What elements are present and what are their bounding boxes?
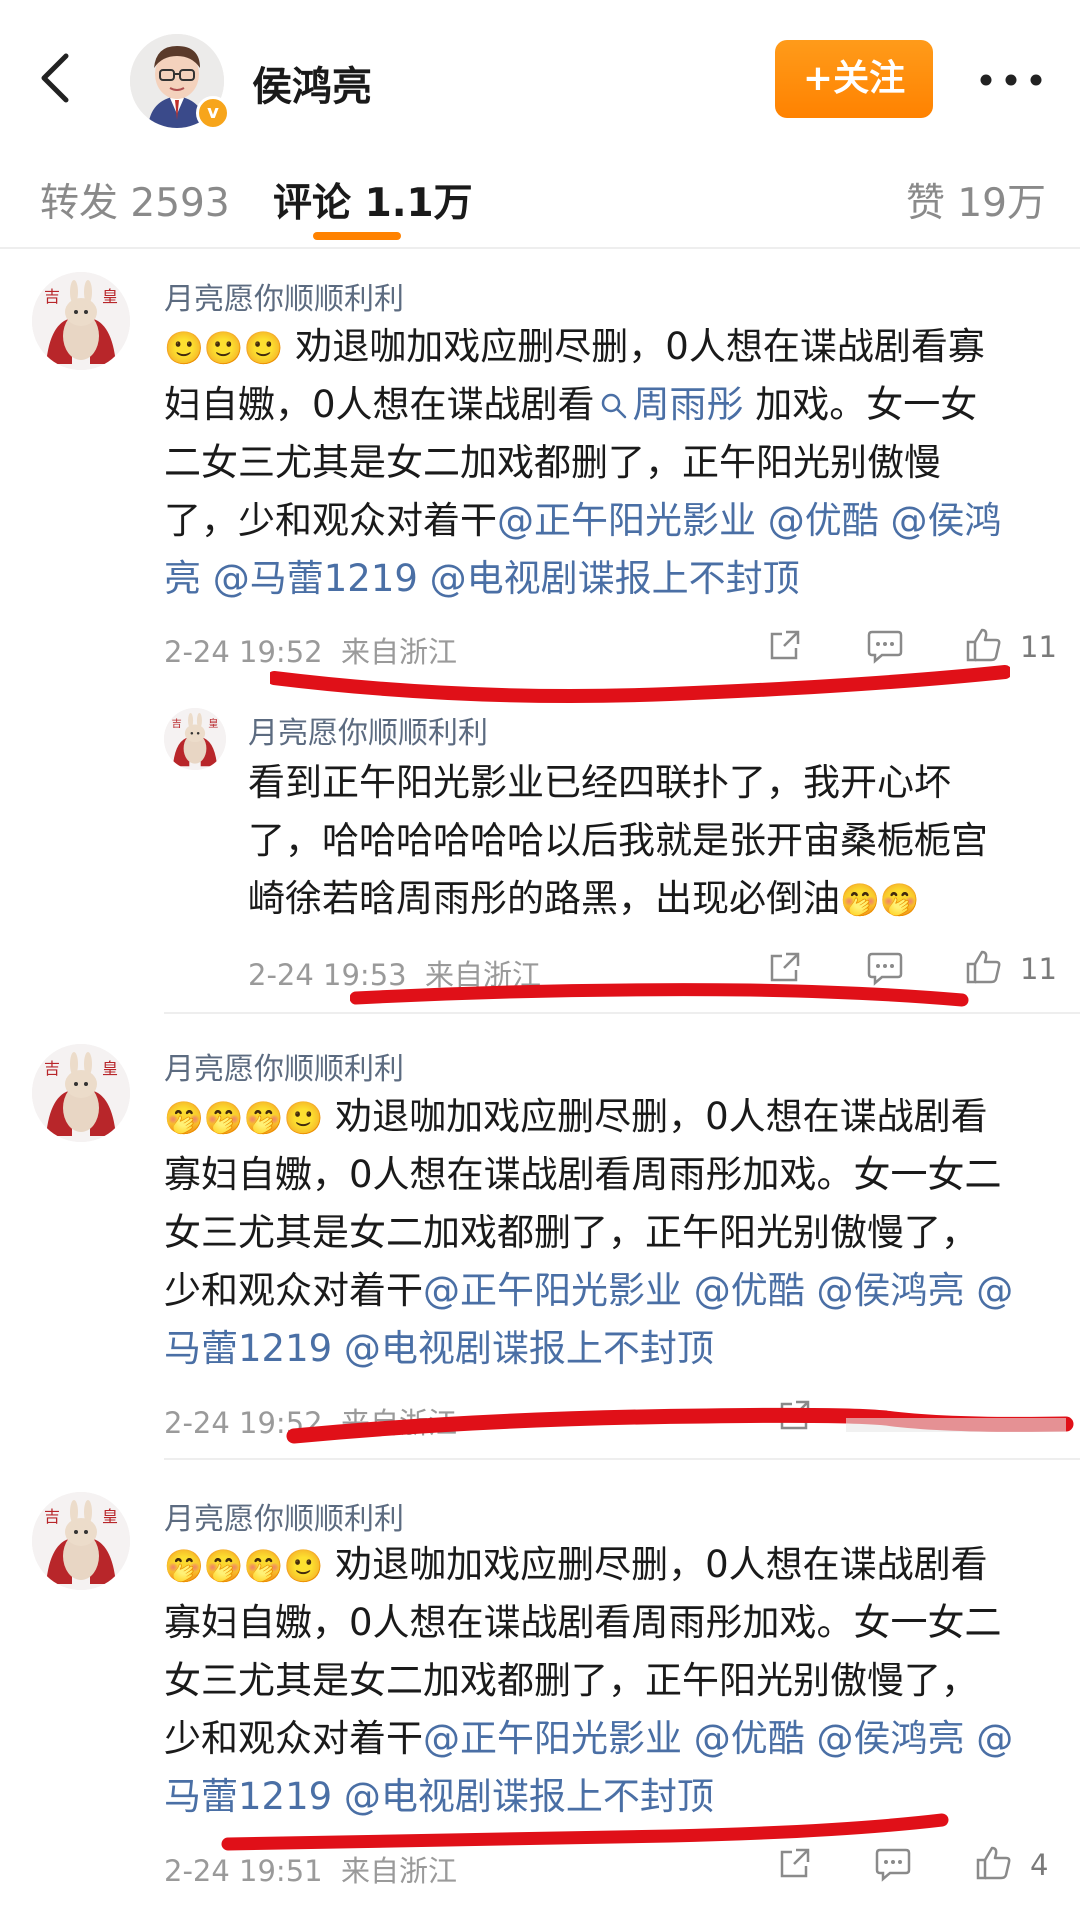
svg-text:吉: 吉 bbox=[172, 718, 182, 730]
emoji: 🤭🤭 bbox=[840, 881, 920, 919]
comment-username[interactable]: 月亮愿你顺顺利利 bbox=[164, 1494, 404, 1538]
share-icon[interactable] bbox=[776, 1846, 812, 1882]
svg-text:皇: 皇 bbox=[208, 717, 218, 730]
bunny-avatar-icon: 吉 皇 bbox=[32, 1492, 130, 1590]
comment-location: 来自浙江 bbox=[341, 1854, 458, 1888]
commenter-avatar[interactable]: 吉 皇 bbox=[32, 1492, 130, 1590]
svg-text:吉: 吉 bbox=[44, 1059, 60, 1078]
mention-links[interactable]: 亮 @马蕾1219 @电视剧谍报上不封顶 bbox=[164, 550, 800, 608]
bunny-avatar-icon: 吉 皇 bbox=[164, 708, 226, 770]
bunny-avatar-icon: 吉 皇 bbox=[32, 272, 130, 370]
comment-line: 了，哈哈哈哈哈哈以后我就是张开宙桑栀栀宫 bbox=[248, 819, 988, 862]
svg-text:吉: 吉 bbox=[44, 287, 60, 306]
mention-links[interactable]: @正午阳光影业 @优酷 @侯鸿亮 @ bbox=[423, 1269, 1013, 1312]
red-underline-marker bbox=[350, 983, 969, 1007]
mention-links[interactable]: 马蕾1219 @电视剧谍报上不封顶 bbox=[164, 1320, 714, 1378]
comment-line: 女三尤其是女二加戏都删了，正午阳光别傲慢了， bbox=[164, 1211, 978, 1254]
mention-links[interactable]: @正午阳光影业 @优酷 @侯鸿 bbox=[497, 499, 1002, 542]
comment-line: 崎徐若晗周雨彤的路黑，出现必倒油🤭🤭 bbox=[248, 870, 920, 929]
comment-text: 妇自嫐，0人想在谍战剧看 bbox=[164, 383, 595, 426]
bunny-avatar-icon: 吉 皇 bbox=[32, 1044, 130, 1142]
comment-line: 女三尤其是女二加戏都删了，正午阳光别傲慢了， bbox=[164, 1659, 978, 1702]
svg-text:皇: 皇 bbox=[102, 1059, 118, 1078]
comment-line: 妇自嫐，0人想在谍战剧看 周雨彤 加戏。女一女 bbox=[164, 376, 977, 434]
red-underline-marker bbox=[270, 665, 1010, 703]
comment-icon[interactable] bbox=[874, 1846, 912, 1882]
tab-comments[interactable]: 评论 1.1万 bbox=[273, 172, 473, 228]
commenter-avatar[interactable]: 吉 皇 bbox=[164, 708, 226, 770]
comment-text: 劝退咖加戏应删尽删，0人想在谍战剧看 bbox=[323, 1543, 988, 1586]
like-count: 4 bbox=[1030, 1848, 1049, 1882]
svg-text:皇: 皇 bbox=[102, 287, 118, 306]
comment-line: 寡妇自嫐，0人想在谍战剧看周雨彤加戏。女一女二 bbox=[164, 1153, 1002, 1196]
comment-username[interactable]: 月亮愿你顺顺利利 bbox=[248, 708, 488, 752]
mention-links[interactable]: @正午阳光影业 @优酷 @侯鸿亮 @ bbox=[423, 1717, 1013, 1760]
active-tab-indicator bbox=[313, 232, 401, 240]
more-options-icon[interactable] bbox=[976, 70, 1046, 90]
comment-line: 🙂🙂🙂 劝退咖加戏应删尽删，0人想在谍战剧看寡 bbox=[164, 318, 985, 377]
comment-text: 劝退咖加戏应删尽删，0人想在谍战剧看 bbox=[323, 1095, 988, 1138]
search-link[interactable]: 周雨彤 bbox=[595, 383, 744, 426]
divider bbox=[164, 1458, 1080, 1460]
comment-line: 了，少和观众对着干@正午阳光影业 @优酷 @侯鸿 bbox=[164, 492, 1002, 550]
comment-line: 寡妇自嫐，0人想在谍战剧看周雨彤加戏。女一女二 bbox=[164, 1601, 1002, 1644]
comment-line: 少和观众对着干@正午阳光影业 @优酷 @侯鸿亮 @ bbox=[164, 1262, 1013, 1320]
comment-line: 看到正午阳光影业已经四联扑了，我开心坏 bbox=[248, 761, 951, 804]
like-icon[interactable] bbox=[974, 1844, 1012, 1882]
comment-username[interactable]: 月亮愿你顺顺利利 bbox=[164, 1044, 404, 1088]
divider bbox=[164, 1012, 1080, 1014]
red-underline-marker bbox=[286, 1407, 1074, 1444]
emoji: 🤭🤭🤭🙂 bbox=[164, 1099, 324, 1137]
follow-button[interactable]: +关注 bbox=[775, 40, 933, 118]
search-icon bbox=[601, 393, 626, 419]
top-bar: v 侯鸿亮 +关注 bbox=[0, 0, 1080, 140]
emoji: 🤭🤭🤭🙂 bbox=[164, 1547, 324, 1585]
comment-username[interactable]: 月亮愿你顺顺利利 bbox=[164, 274, 404, 318]
comment-text: 了，少和观众对着干 bbox=[164, 499, 497, 542]
comment-text: 加戏。女一女 bbox=[743, 383, 978, 426]
like-count: 11 bbox=[1020, 952, 1057, 986]
like-count: 11 bbox=[1020, 630, 1057, 664]
comment-line: 少和观众对着干@正午阳光影业 @优酷 @侯鸿亮 @ bbox=[164, 1710, 1013, 1768]
svg-text:吉: 吉 bbox=[44, 1507, 60, 1526]
comment-text: 崎徐若晗周雨彤的路黑，出现必倒油 bbox=[248, 877, 840, 920]
profile-name[interactable]: 侯鸿亮 bbox=[252, 54, 372, 112]
comment-line: 🤭🤭🤭🙂 劝退咖加戏应删尽删，0人想在谍战剧看 bbox=[164, 1536, 988, 1595]
comment-text: 少和观众对着干 bbox=[164, 1717, 423, 1760]
tab-reposts[interactable]: 转发 2593 bbox=[40, 172, 230, 228]
comment-text: 劝退咖加戏应删尽删，0人想在谍战剧看寡 bbox=[283, 325, 985, 368]
comment-meta: 2-24 19:51 来自浙江 bbox=[164, 1848, 457, 1890]
comment-line: 二女三尤其是女二加戏都删了，正午阳光别傲慢 bbox=[164, 441, 941, 484]
comment-time: 2-24 19:51 bbox=[164, 1854, 323, 1888]
tab-likes[interactable]: 赞 19万 bbox=[906, 172, 1046, 228]
commenter-avatar[interactable]: 吉 皇 bbox=[32, 272, 130, 370]
comment-text: 少和观众对着干 bbox=[164, 1269, 423, 1312]
back-arrow-icon[interactable] bbox=[28, 48, 88, 108]
svg-text:皇: 皇 bbox=[102, 1507, 118, 1526]
divider bbox=[0, 247, 1080, 249]
verified-badge-icon: v bbox=[196, 96, 230, 130]
commenter-avatar[interactable]: 吉 皇 bbox=[32, 1044, 130, 1142]
comment-line: 🤭🤭🤭🙂 劝退咖加戏应删尽删，0人想在谍战剧看 bbox=[164, 1088, 988, 1147]
post-tabs: 转发 2593 评论 1.1万 赞 19万 bbox=[0, 140, 1080, 248]
emoji: 🙂🙂🙂 bbox=[164, 329, 284, 367]
